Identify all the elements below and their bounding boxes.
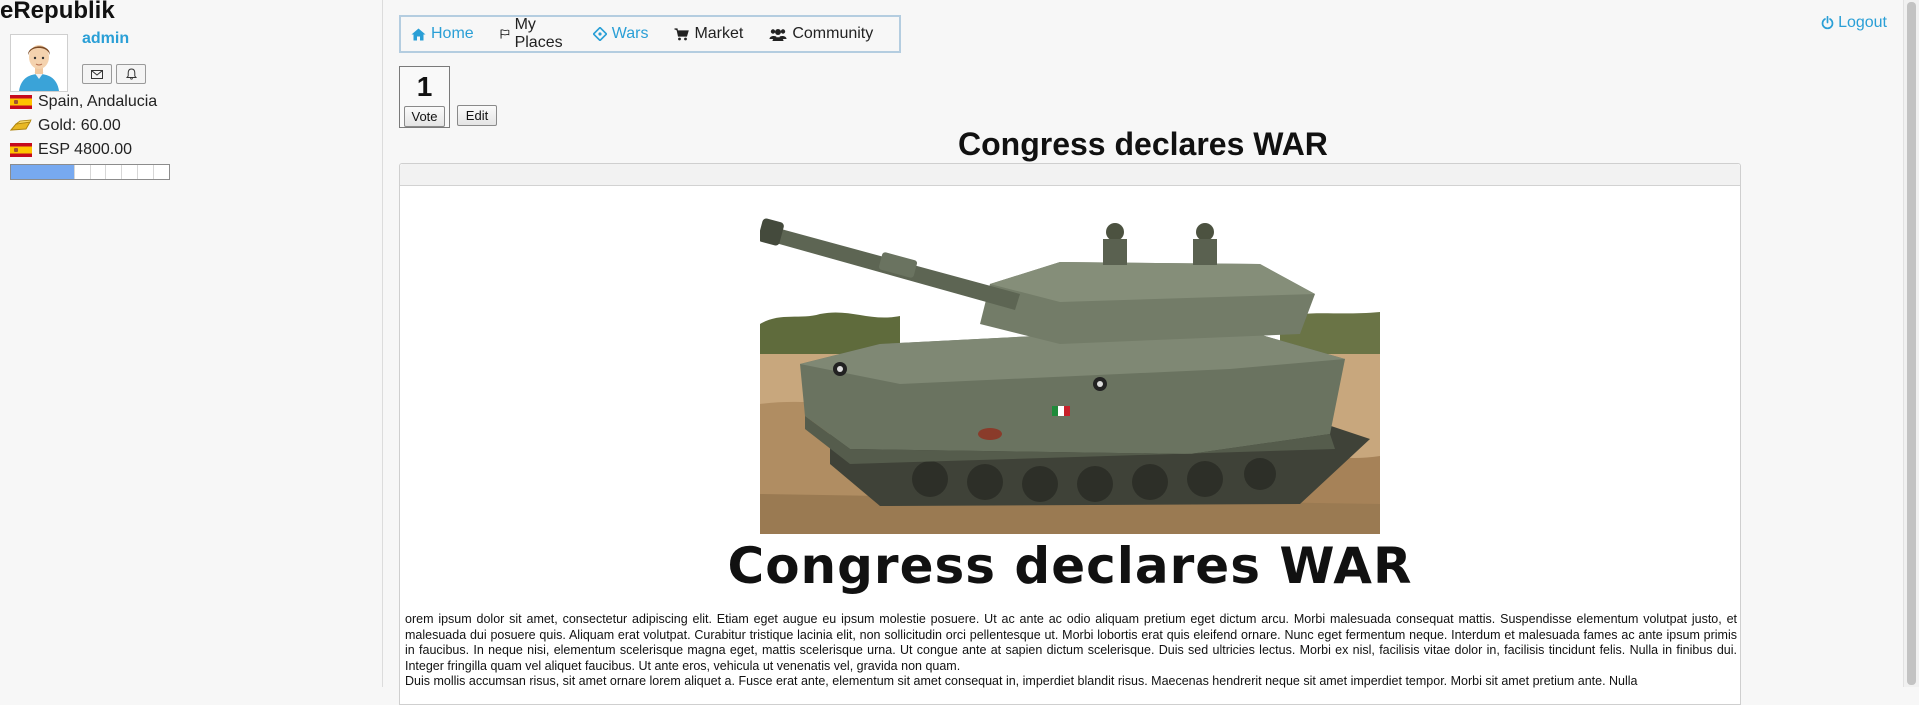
main-navigation: Home My Places Wars Market Community [399,15,901,53]
vote-button[interactable]: Vote [404,106,445,127]
sidebar: eRepublik admin Spain, Andalucia Gold: 6… [0,0,383,687]
logout-link[interactable]: Logout [1821,14,1887,32]
nav-home-label: Home [431,25,474,42]
progress-segment [73,165,90,179]
gold-bar-icon [10,119,32,131]
location-text: Spain, Andalucia [38,93,158,110]
username-link[interactable]: admin [82,30,129,48]
scrollbar-thumb[interactable] [1907,2,1916,685]
nav-my-places[interactable]: My Places [500,16,567,52]
spain-flag-icon [10,143,32,157]
avatar[interactable] [10,34,68,92]
nav-community-label: Community [792,25,874,42]
vote-box: 1 Vote [399,66,450,128]
nav-market-label: Market [694,25,744,42]
article-toolbar [400,164,1740,186]
gold-row: Gold: 60.00 [10,116,121,136]
paragraph: Duis mollis accumsan risus, sit amet orn… [405,674,1638,688]
progress-segment [89,165,106,179]
nav-home[interactable]: Home [411,25,474,43]
article-text: orem ipsum dolor sit amet, consectetur a… [405,612,1737,690]
currency-amount: ESP 4800.00 [38,141,133,158]
shopping-cart-icon [674,27,690,40]
crosshairs-icon [592,27,607,41]
paragraph: orem ipsum dolor sit amet, consectetur a… [405,612,1737,673]
nav-wars-label: Wars [611,25,649,42]
progress-segment [121,165,137,179]
gold-amount: Gold: 60.00 [38,117,121,134]
edit-button[interactable]: Edit [457,105,497,126]
experience-progress-bar [10,164,170,180]
flag-outline-icon [500,29,509,39]
progress-segment [11,165,26,179]
messages-button[interactable] [82,64,112,84]
progress-segment [153,165,169,179]
article-body: Congress declares WAR orem ipsum dolor s… [399,163,1741,705]
progress-segment [105,165,121,179]
home-icon [411,28,426,40]
notifications-button[interactable] [116,64,146,84]
page-scrollbar[interactable] [1903,0,1919,687]
envelope-icon [91,69,103,79]
tank-image [760,194,1380,534]
bell-icon [125,68,137,80]
users-icon [769,28,787,41]
location-row: Spain, Andalucia [10,92,157,112]
progress-segment [25,165,42,179]
nav-community[interactable]: Community [769,25,873,43]
app-title: eRepublik [0,0,115,24]
nav-my-places-label: My Places [514,16,563,51]
logout-label: Logout [1838,14,1887,31]
spain-flag-icon [10,95,32,109]
progress-segment [41,165,58,179]
article-title-text: Congress declares WAR [958,126,1328,162]
progress-segment [137,165,153,179]
power-icon [1821,16,1834,30]
nav-market[interactable]: Market [674,25,743,43]
article-headline: Congress declares WAR [727,537,1413,595]
progress-segment [57,165,74,179]
vote-count: 1 [416,71,433,102]
avatar-image [11,35,67,91]
currency-row: ESP 4800.00 [10,140,132,160]
nav-wars[interactable]: Wars [592,25,649,43]
